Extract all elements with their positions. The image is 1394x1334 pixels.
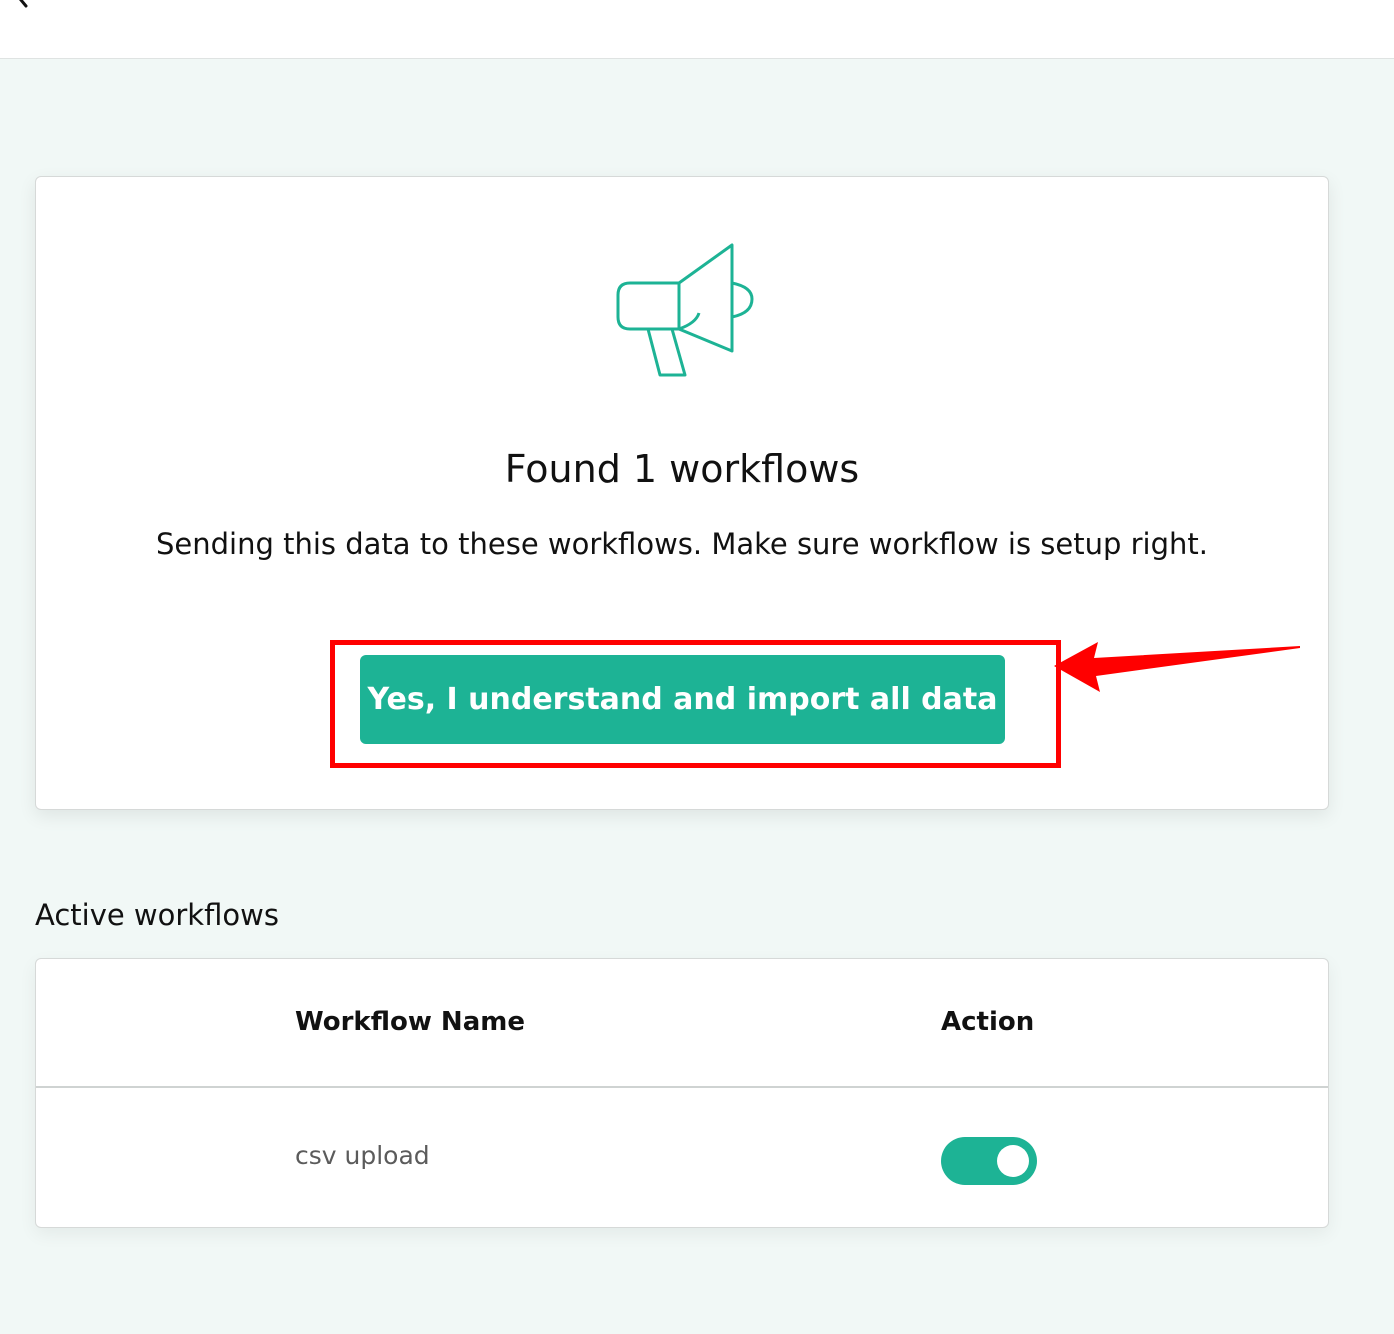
header-divider [36,1086,1328,1088]
found-workflows-title: Found 1 workflows [504,447,860,491]
column-header-action: Action [941,1007,1035,1037]
active-workflows-table: Workflow Name Action csv upload [35,958,1329,1228]
workflows-warning-text: Sending this data to these workflows. Ma… [156,527,1208,561]
import-all-data-button[interactable]: Yes, I understand and import all data [360,655,1005,744]
import-confirmation-card: Found 1 workflows Sending this data to t… [35,176,1329,810]
annotation-arrow-icon [1054,642,1300,692]
toggle-knob [997,1145,1029,1177]
megaphone-icon [616,243,754,377]
top-bar [0,0,1394,59]
active-workflows-title: Active workflows [35,898,279,932]
column-header-workflow-name: Workflow Name [295,1007,525,1037]
workflow-name-cell: csv upload [295,1141,430,1170]
back-arrow-icon[interactable] [10,0,36,12]
workflow-enabled-toggle[interactable] [941,1137,1037,1185]
